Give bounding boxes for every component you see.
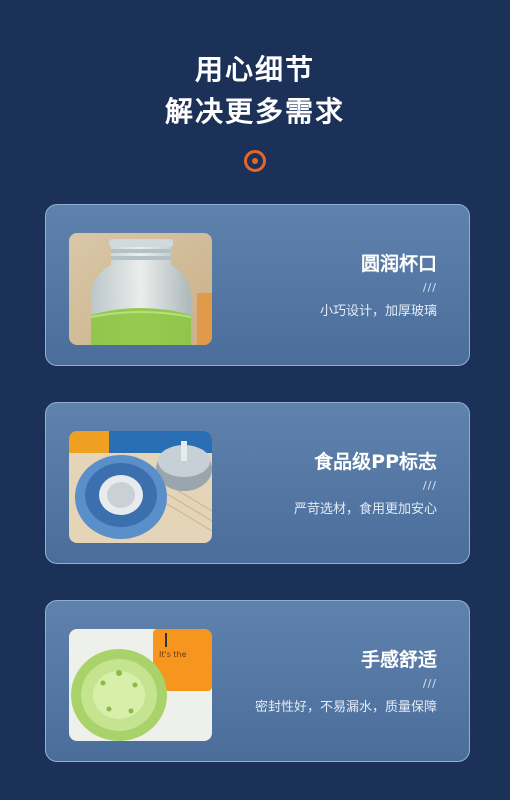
bottle-base-photo: It's the	[69, 629, 212, 741]
feature-card-rim: 圆润杯口 /// 小巧设计，加厚玻璃	[45, 204, 470, 366]
card-description: 密封性好，不易漏水，质量保障	[254, 700, 437, 715]
feature-card-pp: 食品级PP标志 /// 严苛选材，食用更加安心	[45, 402, 470, 564]
card-description: 小巧设计，加厚玻璃	[319, 304, 437, 319]
feature-card-grip: It's the 手感舒适 /// 密封性好，不易漏水，质量保障	[45, 600, 470, 762]
glass-bottle-mouth-photo	[69, 233, 212, 345]
card-title: 食品级PP标志	[314, 451, 437, 473]
headline-line-1: 用心细节	[194, 53, 315, 86]
card-title: 手感舒适	[360, 649, 437, 671]
slash-divider: ///	[422, 479, 437, 492]
headline-line-2: 解决更多需求	[164, 95, 345, 128]
slash-divider: ///	[422, 677, 437, 690]
slash-divider: ///	[422, 281, 437, 294]
card-description: 严苛选材，食用更加安心	[293, 502, 437, 517]
bottle-label-text: It's the	[159, 650, 187, 659]
target-circle-icon	[244, 150, 266, 172]
card-title: 圆润杯口	[360, 253, 437, 275]
bottle-cap-photo	[69, 431, 212, 543]
